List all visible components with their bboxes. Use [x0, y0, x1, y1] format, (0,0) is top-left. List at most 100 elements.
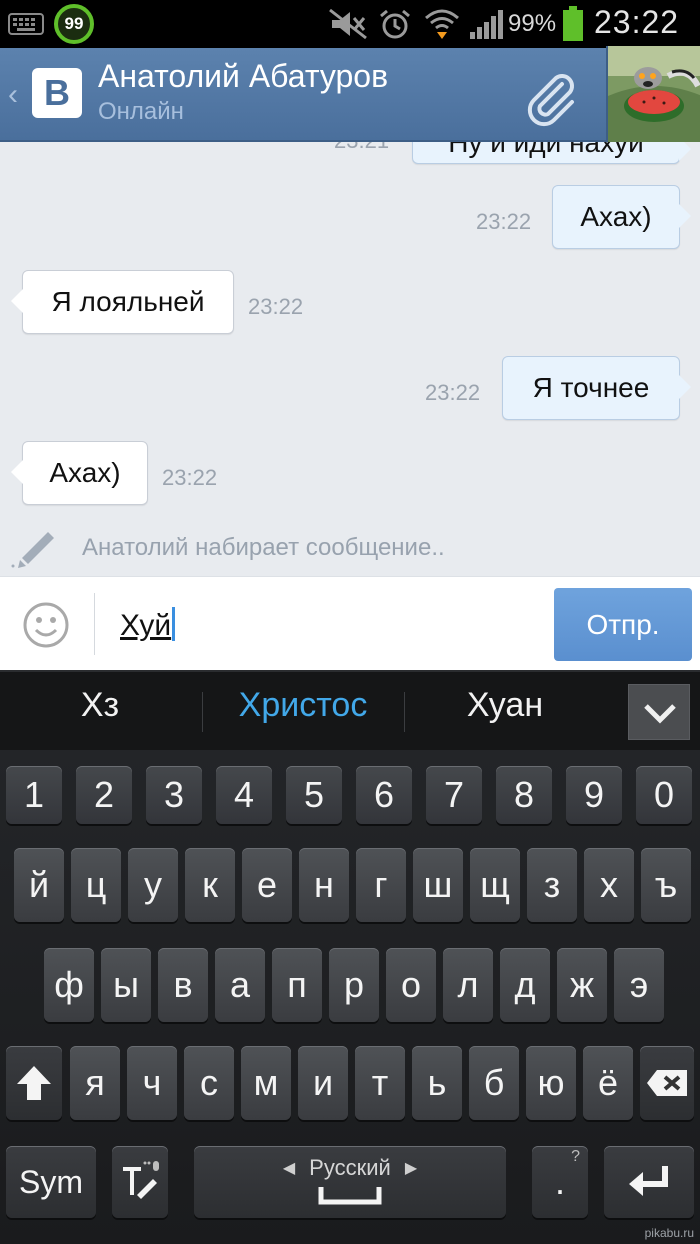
key-letter[interactable]: ы	[101, 948, 151, 1022]
typing-text: Анатолий набирает сообщение..	[82, 534, 445, 561]
suggestion-divider	[404, 692, 405, 732]
key-6[interactable]: 6	[356, 766, 412, 824]
message-input[interactable]: Хуй	[120, 607, 176, 643]
key-letter[interactable]: е	[242, 848, 292, 922]
key-9[interactable]: 9	[566, 766, 622, 824]
message-input-value: Хуй	[120, 609, 172, 642]
handwriting-mic-icon	[123, 1161, 159, 1199]
key-letter[interactable]: ч	[127, 1046, 177, 1120]
key-letter[interactable]: ж	[557, 948, 607, 1022]
send-button[interactable]: Отпр.	[554, 588, 692, 661]
key-letter[interactable]: о	[386, 948, 436, 1022]
key-1[interactable]: 1	[6, 766, 62, 824]
key-4[interactable]: 4	[216, 766, 272, 824]
key-letter[interactable]: й	[14, 848, 64, 922]
key-letter[interactable]: к	[185, 848, 235, 922]
key-letter[interactable]: ъ	[641, 848, 691, 922]
space-bar-icon	[318, 1187, 382, 1205]
key-letter[interactable]: и	[298, 1046, 348, 1120]
message-bubble-incoming[interactable]: Ахах)	[11, 441, 148, 505]
battery-percent: 99%	[508, 10, 557, 37]
message-bubble-outgoing[interactable]: Ахах)	[552, 185, 691, 249]
shift-arrow-icon	[17, 1066, 51, 1100]
key-letter[interactable]: т	[355, 1046, 405, 1120]
back-chevron-icon[interactable]: ‹	[8, 78, 18, 112]
message-text: Я точнее	[532, 372, 650, 403]
key-letter[interactable]: я	[70, 1046, 120, 1120]
backspace-key[interactable]	[640, 1046, 694, 1120]
key-letter[interactable]: п	[272, 948, 322, 1022]
typing-indicator: Анатолий набирает сообщение..	[0, 522, 700, 576]
key-letter[interactable]: э	[614, 948, 664, 1022]
key-letter[interactable]: щ	[470, 848, 520, 922]
shift-key[interactable]	[6, 1046, 62, 1120]
suggestion-item[interactable]: Хз	[40, 686, 160, 725]
paperclip-icon[interactable]	[522, 70, 580, 128]
key-letter[interactable]: с	[184, 1046, 234, 1120]
wifi-icon	[425, 9, 459, 39]
space-key[interactable]: ◀ Русский ▶	[194, 1146, 506, 1218]
key-0[interactable]: 0	[636, 766, 692, 824]
signal-icon	[470, 10, 503, 39]
suggestion-bar: Хз Христос Хуан	[0, 670, 700, 750]
key-5[interactable]: 5	[286, 766, 342, 824]
message-bubble-incoming[interactable]: Я лояльней	[11, 270, 234, 334]
key-letter[interactable]: з	[527, 848, 577, 922]
message-time: 23:22	[162, 465, 218, 490]
key-letter[interactable]: г	[356, 848, 406, 922]
key-letter[interactable]: х	[584, 848, 634, 922]
key-letter[interactable]: ю	[526, 1046, 576, 1120]
mute-icon	[329, 8, 367, 40]
key-letter[interactable]: л	[443, 948, 493, 1022]
watermark: pikabu.ru	[644, 1226, 694, 1240]
key-letter[interactable]: ь	[412, 1046, 462, 1120]
suggestion-divider	[202, 692, 203, 732]
input-mode-key[interactable]	[112, 1146, 168, 1218]
chat-header: ‹ B Анатолий Абатуров Онлайн	[0, 48, 700, 142]
key-letter[interactable]: р	[329, 948, 379, 1022]
period-hint: ?	[571, 1148, 580, 1165]
enter-key[interactable]	[604, 1146, 694, 1218]
enter-arrow-icon	[629, 1166, 668, 1196]
key-letter[interactable]: д	[500, 948, 550, 1022]
key-letter[interactable]: а	[215, 948, 265, 1022]
battery-icon	[563, 6, 583, 41]
message-time: 23:22	[476, 209, 532, 234]
key-letter[interactable]: ц	[71, 848, 121, 922]
key-letter[interactable]: н	[299, 848, 349, 922]
key-letter[interactable]: б	[469, 1046, 519, 1120]
contact-avatar[interactable]	[606, 46, 700, 142]
chevron-down-icon	[644, 704, 676, 724]
key-letter[interactable]: ш	[413, 848, 463, 922]
vk-logo[interactable]: B	[32, 68, 82, 118]
period-key[interactable]: . ?	[532, 1146, 588, 1218]
message-bubble-outgoing[interactable]: Я точнее	[502, 356, 691, 420]
key-2[interactable]: 2	[76, 766, 132, 824]
suggestion-item-highlighted[interactable]: Христос	[212, 686, 394, 725]
message-text: Ахах)	[49, 457, 121, 488]
key-letter[interactable]: в	[158, 948, 208, 1022]
backspace-icon	[647, 1070, 687, 1096]
message-input-bar: Хуй Отпр.	[0, 576, 700, 670]
suggestion-item[interactable]: Хуан	[430, 686, 580, 725]
message-text: Ну и иди нахуй	[448, 142, 644, 158]
emoji-icon[interactable]	[22, 601, 70, 649]
key-letter[interactable]: ф	[44, 948, 94, 1022]
message-list[interactable]: Ну и иди нахуй 23:21 Ахах) 23:22 Я лояль…	[0, 142, 700, 576]
key-7[interactable]: 7	[426, 766, 482, 824]
message-bubble-outgoing[interactable]: Ну и иди нахуй	[412, 142, 691, 164]
pencil-icon	[11, 532, 54, 568]
sym-key[interactable]: Sym	[6, 1146, 96, 1218]
key-letter[interactable]: у	[128, 848, 178, 922]
key-letter[interactable]: м	[241, 1046, 291, 1120]
suggestion-expand-button[interactable]	[628, 684, 690, 740]
keyboard-icon	[8, 13, 44, 35]
key-letter[interactable]: ё	[583, 1046, 633, 1120]
alarm-icon	[380, 9, 410, 39]
message-time: 23:21	[334, 142, 389, 154]
message-text: Ахах)	[580, 201, 652, 232]
contact-status: Онлайн	[98, 98, 184, 125]
key-8[interactable]: 8	[496, 766, 552, 824]
key-3[interactable]: 3	[146, 766, 202, 824]
text-caret	[172, 607, 176, 641]
